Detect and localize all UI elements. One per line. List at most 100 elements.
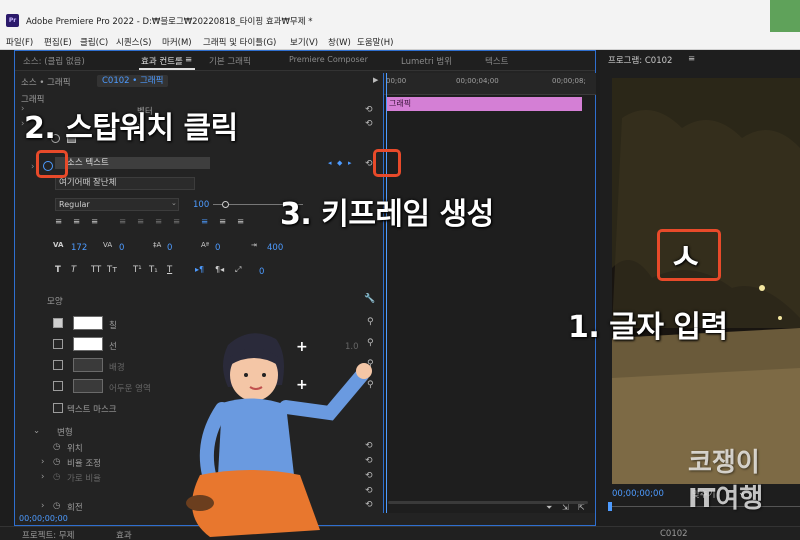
menu-file[interactable]: 파일(F): [6, 36, 33, 48]
stopwatch-icon[interactable]: ◷: [53, 501, 60, 511]
tab-project[interactable]: 프로젝트: 무제: [22, 529, 75, 540]
font-size-slider-handle[interactable]: [222, 201, 229, 208]
next-keyframe-icon[interactable]: ▸: [348, 159, 352, 167]
tab-effects[interactable]: 효과: [116, 529, 132, 540]
align-middle-icon[interactable]: ≡: [219, 217, 226, 227]
underline-icon[interactable]: T: [167, 265, 172, 275]
superscript-icon[interactable]: T¹: [133, 265, 142, 275]
expand-arrow-icon[interactable]: ›: [31, 162, 34, 172]
faux-bold-icon[interactable]: T: [55, 265, 61, 275]
tab-essential-graphics[interactable]: 기본 그래픽: [209, 55, 251, 67]
all-caps-icon[interactable]: TT: [91, 265, 101, 275]
baseline-value[interactable]: 0: [215, 243, 220, 253]
tab-width-icon[interactable]: ⤢: [235, 265, 241, 275]
menu-help[interactable]: 도움말(H): [357, 36, 393, 48]
tracking-value[interactable]: 172: [71, 243, 87, 253]
tab-right-icon[interactable]: ¶◂: [215, 265, 224, 274]
program-timecode[interactable]: 00;00;00;00: [612, 489, 664, 499]
subscript-icon[interactable]: T₁: [149, 265, 158, 275]
bottom-panel-tabs: 프로젝트: 무제 효과 C0102: [0, 526, 800, 540]
graphic-clip-bar[interactable]: 그래픽: [386, 97, 582, 111]
reset-icon[interactable]: ⟲: [365, 159, 373, 169]
add-keyframe-icon[interactable]: ◆: [337, 159, 342, 167]
align-center-icon[interactable]: ≡: [73, 217, 80, 227]
align-right-icon[interactable]: ≡: [91, 217, 98, 227]
justify-icon[interactable]: ≡: [119, 217, 126, 227]
reset-icon[interactable]: ⟲: [365, 119, 373, 129]
reset-icon[interactable]: ⟲: [365, 105, 373, 115]
collapse-arrow-icon[interactable]: ⌄: [33, 426, 40, 436]
leading-value[interactable]: 0: [167, 243, 172, 253]
ruler-mark: 00;00: [386, 77, 407, 85]
menu-sequence[interactable]: 시퀀스(S): [116, 36, 152, 48]
kerning-value[interactable]: 0: [119, 243, 124, 253]
stopwatch-icon[interactable]: ◷: [53, 472, 60, 482]
align-top-icon[interactable]: ≡: [201, 217, 208, 227]
menu-view[interactable]: 보기(V): [290, 36, 318, 48]
title-bar: Pr Adobe Premiere Pro 2022 - D:₩블로그₩2022…: [0, 0, 800, 32]
panel-menu-icon[interactable]: ≡: [688, 54, 695, 64]
export-icon[interactable]: ⇲: [562, 503, 569, 512]
stroke-color-swatch[interactable]: [73, 337, 103, 351]
tab-effect-controls[interactable]: 효과 컨트롤: [141, 55, 183, 67]
share-icon[interactable]: ⇱: [578, 503, 585, 512]
source-selector[interactable]: 소스 • 그래픽: [21, 76, 71, 88]
active-tab-underline: [139, 68, 195, 70]
tab-text[interactable]: 텍스트: [485, 55, 508, 67]
justify-icon[interactable]: ≡: [137, 217, 144, 227]
small-caps-icon[interactable]: Tт: [107, 265, 117, 275]
watermark-line1: 코쟁이: [688, 448, 760, 478]
expand-arrow-icon[interactable]: ›: [41, 472, 44, 482]
program-playhead[interactable]: [608, 502, 612, 511]
fill-color-swatch[interactable]: [73, 316, 103, 330]
expand-arrow-icon[interactable]: ›: [41, 501, 44, 511]
faux-italic-icon[interactable]: T: [71, 265, 76, 275]
filter-icon[interactable]: ⏷: [546, 503, 552, 513]
program-monitor-title[interactable]: 프로그램: C0102: [608, 54, 672, 66]
annotation-box-keyframe: [373, 149, 401, 177]
chevron-down-icon: ⌄: [171, 199, 177, 207]
stroke-checkbox[interactable]: [53, 339, 63, 349]
tab-lumetri-scopes[interactable]: Lumetri 범위: [401, 55, 452, 67]
menu-window[interactable]: 창(W): [328, 36, 351, 48]
tracking-icon: VA: [53, 241, 64, 249]
tab-source[interactable]: 소스: (클립 없음): [23, 55, 85, 67]
background-checkbox[interactable]: [53, 360, 63, 370]
wrench-icon[interactable]: 🔧: [364, 294, 375, 304]
timeline-scrollbar[interactable]: [388, 501, 588, 504]
tsume-value[interactable]: 400: [267, 243, 283, 253]
menu-clip[interactable]: 클립(C): [80, 36, 108, 48]
clip-selector[interactable]: C0102 • 그래픽: [97, 75, 169, 87]
justify-icon[interactable]: ≡: [155, 217, 162, 227]
fill-checkbox[interactable]: [53, 318, 63, 328]
stopwatch-icon[interactable]: ◷: [53, 442, 60, 452]
shadow-color-swatch[interactable]: [73, 379, 103, 393]
effect-controls-timecode[interactable]: 00;00;00;00: [19, 514, 68, 523]
background-color-swatch[interactable]: [73, 358, 103, 372]
tab-width-value[interactable]: 0: [259, 267, 264, 277]
font-size-value[interactable]: 100: [193, 200, 209, 210]
menu-marker[interactable]: 마커(M): [162, 36, 192, 48]
font-style-select[interactable]: Regular: [55, 198, 179, 211]
menu-graphics[interactable]: 그래픽 및 타이틀(G): [203, 36, 276, 48]
align-left-icon[interactable]: ≡: [55, 217, 62, 227]
program-video-frame[interactable]: ㅅ: [612, 78, 800, 484]
panel-menu-icon[interactable]: ≡: [185, 55, 192, 65]
playhead[interactable]: [386, 73, 387, 513]
align-bottom-icon[interactable]: ≡: [237, 217, 244, 227]
text-mask-checkbox[interactable]: [53, 403, 63, 413]
prev-keyframe-icon[interactable]: ◂: [328, 159, 332, 167]
tab-sequence[interactable]: C0102: [660, 529, 688, 539]
stopwatch-icon[interactable]: ◷: [53, 457, 60, 467]
tab-left-icon[interactable]: ▸¶: [195, 265, 204, 274]
menu-bar: 파일(F) 편집(E) 클립(C) 시퀀스(S) 마커(M) 그래픽 및 타이틀…: [0, 32, 800, 50]
source-text-input[interactable]: 여기어때 잘난체: [55, 177, 195, 190]
play-only-arrow-icon[interactable]: ▶: [373, 76, 378, 84]
cartoon-character-illustration: + +: [186, 333, 372, 537]
time-ruler[interactable]: 00;00 00;00;04;00 00;00;08;: [384, 73, 596, 95]
expand-arrow-icon[interactable]: ›: [41, 457, 44, 467]
shadow-checkbox[interactable]: [53, 381, 63, 391]
tab-premiere-composer[interactable]: Premiere Composer: [289, 55, 368, 64]
menu-edit[interactable]: 편집(E): [44, 36, 72, 48]
justify-icon[interactable]: ≡: [173, 217, 180, 227]
